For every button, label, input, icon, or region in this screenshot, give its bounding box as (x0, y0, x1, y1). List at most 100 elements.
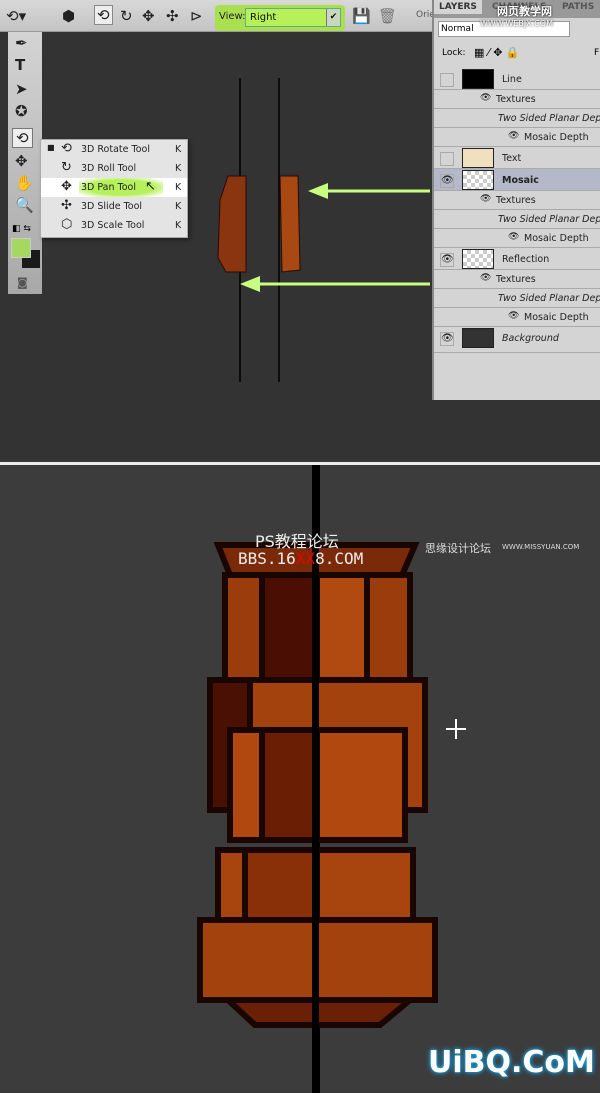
path-select-icon[interactable]: ➤ (15, 80, 28, 98)
quick-mask-icon[interactable]: ◙ (17, 276, 28, 289)
fill-label: F (594, 48, 600, 58)
shortcut: K (175, 182, 182, 193)
menu-item-3d-rotate[interactable]: ■ ⟲ 3D Rotate Tool K (41, 140, 187, 159)
chevron-down-icon[interactable]: ✔ (326, 9, 340, 26)
3d-scale-icon[interactable]: ⊳ (190, 7, 203, 25)
eye-icon[interactable]: 👁 (508, 131, 519, 141)
menu-item-3d-slide[interactable]: ✣ 3D Slide Tool K (41, 197, 187, 216)
layer-thumbnail (462, 249, 494, 269)
view-select[interactable]: Right ✔ (245, 8, 341, 27)
3d-camera-pan-icon[interactable]: ✥ (15, 152, 28, 170)
layer-row[interactable]: Text (434, 147, 600, 169)
lock-icons[interactable]: ▦ ⁄ ✥ 🔒 (474, 46, 520, 59)
3d-roll-icon[interactable]: ↻ (120, 7, 133, 25)
layers-panel: LAYERS CHANNELS PATHS Normal Lock: ▦ ⁄ ✥… (432, 0, 600, 400)
watermark-missyuan-url: WWW.MISSYUAN.COM (502, 543, 580, 551)
layer-row[interactable]: Line (434, 68, 600, 90)
bbs-red: XX (295, 549, 316, 568)
lock-label: Lock: (442, 48, 466, 58)
view-value: Right (250, 12, 277, 23)
shortcut: K (175, 163, 182, 174)
effect-name: Mosaic Depth (524, 312, 589, 323)
bbs-pre: BBS.16 (238, 549, 296, 568)
layer-thumbnail (462, 170, 494, 190)
eye-icon[interactable]: 👁 (480, 273, 491, 283)
3d-object-icon[interactable]: ⬢ (62, 7, 75, 25)
menu-item-3d-scale[interactable]: ⬡ 3D Scale Tool K (41, 216, 187, 235)
eye-icon[interactable]: 👁 (508, 232, 519, 242)
visibility-toggle[interactable] (440, 73, 454, 87)
pen-tool-icon[interactable]: ✒ (15, 34, 28, 52)
visibility-toggle[interactable] (440, 152, 454, 166)
save-view-icon[interactable]: 💾 (352, 7, 371, 25)
3d-rotate-icon: ⟲ (61, 141, 72, 156)
3d-roll-icon: ↻ (61, 160, 72, 175)
view-label: View: (219, 11, 246, 22)
layer-thumbnail (462, 328, 494, 348)
texture-name: Two Sided Planar Depth (498, 214, 600, 225)
eye-icon[interactable]: 👁 (440, 253, 454, 267)
type-tool-icon[interactable]: T (15, 56, 25, 74)
3d-pan-icon[interactable]: ✥ (142, 7, 155, 25)
mosaic-model-small (217, 175, 301, 273)
layer-effect-row[interactable]: Two Sided Planar Depth (434, 289, 600, 308)
canvas-zoomed: PS教程论坛 BBS.16XX8.COM 思缘设计论坛 WWW.MISSYUAN… (0, 462, 600, 1093)
layer-row[interactable]: 👁 Mosaic (434, 169, 600, 191)
3d-rotate-mode-icon[interactable]: ⟲ (94, 5, 113, 25)
arrow-right-pointer (308, 183, 430, 199)
3d-slide-icon[interactable]: ✣ (166, 7, 179, 25)
effect-name: Textures (496, 94, 536, 105)
layer-effect-row[interactable]: 👁 Mosaic Depth (434, 128, 600, 147)
eye-icon[interactable]: 👁 (508, 311, 519, 321)
foreground-color-swatch[interactable] (11, 238, 31, 258)
layer-effect-row[interactable]: 👁 Mosaic Depth (434, 308, 600, 327)
tab-layers[interactable]: LAYERS (434, 0, 482, 14)
uibq-logo: UiBQ.CoM (428, 1045, 595, 1080)
eye-icon[interactable]: 👁 (440, 332, 454, 346)
bbs-post: 8.COM (315, 549, 364, 568)
label: 3D Scale Tool (81, 220, 145, 231)
move-cursor-icon (446, 719, 466, 739)
watermark-webjx-url: WWW.WEBJX.COM (480, 19, 553, 28)
menu-item-3d-roll[interactable]: ↻ 3D Roll Tool K (41, 159, 187, 178)
layer-effect-row[interactable]: 👁 Textures (434, 270, 600, 289)
eye-icon[interactable]: 👁 (440, 174, 454, 188)
canvas-top: ⟲▾ ⬢ ⟲ ↻ ✥ ✣ ⊳ View: Right ✔ 💾 🗑 Orient … (0, 0, 600, 460)
hand-tool-icon[interactable]: ✋ (15, 174, 34, 192)
texture-name: Two Sided Planar Depth (498, 293, 600, 304)
watermark-bbs-url: BBS.16XX8.COM (238, 549, 363, 568)
zoom-tool-icon[interactable]: 🔍 (15, 196, 34, 214)
3d-rotate-tool-icon[interactable]: ⟲ (12, 128, 33, 148)
default-colors-icon[interactable]: ◧ ⇆ (12, 224, 31, 234)
layer-name: Text (502, 153, 522, 164)
layer-effect-row[interactable]: 👁 Mosaic Depth (434, 229, 600, 248)
menu-item-3d-pan[interactable]: ✥ 3D Pan Tool ↖ K (41, 178, 187, 197)
blend-mode-value: Normal (441, 24, 474, 34)
layer-effect-row[interactable]: 👁 Textures (434, 191, 600, 210)
layer-name: Line (502, 74, 522, 85)
cursor-arrow-icon: ↖ (145, 179, 156, 194)
eye-icon[interactable]: 👁 (480, 194, 491, 204)
layer-effect-row[interactable]: Two Sided Planar Depth (434, 109, 600, 128)
layer-row[interactable]: 👁 Background (434, 327, 600, 353)
effect-name: Textures (496, 274, 536, 285)
label: 3D Pan Tool (81, 182, 136, 193)
3d-rotate-preset-icon[interactable]: ⟲▾ (6, 7, 26, 25)
label: 3D Rotate Tool (81, 144, 150, 155)
effect-name: Mosaic Depth (524, 132, 589, 143)
layer-row[interactable]: 👁 Reflection (434, 248, 600, 270)
tab-paths[interactable]: PATHS (562, 2, 594, 12)
3d-slide-icon: ✣ (61, 198, 72, 213)
effect-name: Mosaic Depth (524, 233, 589, 244)
delete-view-icon[interactable]: 🗑 (378, 7, 397, 25)
layer-effect-row[interactable]: Two Sided Planar Depth (434, 210, 600, 229)
watermark-webjx-cn: 网页教学网 (497, 5, 552, 18)
layer-name: Reflection (502, 254, 550, 265)
custom-shape-icon[interactable]: ✪ (15, 102, 28, 120)
eye-icon[interactable]: 👁 (480, 93, 491, 103)
layer-effect-row[interactable]: 👁 Textures (434, 90, 600, 109)
effect-name: Textures (496, 195, 536, 206)
label: 3D Slide Tool (81, 201, 143, 212)
view-control: View: Right ✔ (215, 5, 345, 31)
texture-name: Two Sided Planar Depth (498, 113, 600, 124)
